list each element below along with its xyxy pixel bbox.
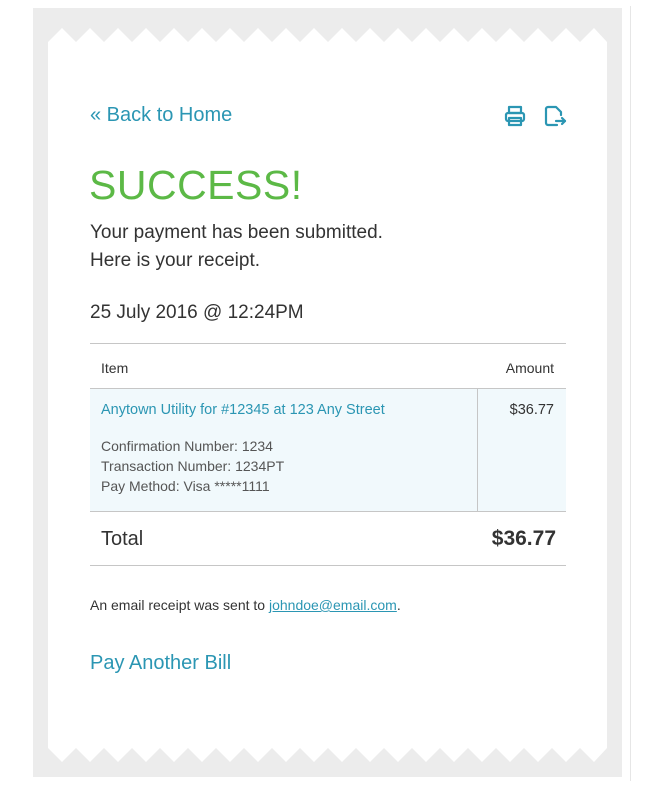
pay-method: Pay Method: Visa *****1111 — [101, 478, 270, 494]
scroll-edge — [630, 6, 631, 781]
column-header-amount: Amount — [505, 360, 554, 376]
transaction-number: Transaction Number: 1234PT — [101, 458, 285, 474]
confirmation-number: Confirmation Number: 1234 — [101, 438, 273, 454]
column-header-item: Item — [101, 360, 129, 376]
zigzag-bottom-edge — [48, 748, 607, 762]
bill-item-link[interactable]: Anytown Utility for #12345 at 123 Any St… — [101, 402, 385, 418]
total-label: Total — [101, 528, 144, 550]
export-icon[interactable] — [543, 104, 567, 128]
column-divider — [477, 389, 478, 511]
confirmation-message: Your payment has been submitted. Here is… — [90, 219, 383, 275]
printer-icon[interactable] — [503, 104, 527, 128]
email-address-link[interactable]: johndoe@email.com — [269, 597, 397, 613]
total-row: Total $36.77 — [90, 512, 566, 565]
message-line-2: Here is your receipt. — [90, 250, 261, 271]
total-amount: $36.77 — [491, 527, 556, 550]
email-receipt-note: An email receipt was sent to johndoe@ema… — [90, 597, 401, 613]
message-line-1: Your payment has been submitted. — [90, 222, 383, 243]
payment-datetime: 25 July 2016 @ 12:24PM — [90, 302, 304, 323]
pay-another-bill-link[interactable]: Pay Another Bill — [90, 652, 231, 675]
zigzag-top-edge — [48, 28, 607, 42]
back-to-home-link[interactable]: « Back to Home — [90, 104, 232, 127]
table-row: Anytown Utility for #12345 at 123 Any St… — [90, 389, 566, 511]
email-note-prefix: An email receipt was sent to — [90, 597, 269, 613]
item-amount: $36.77 — [509, 402, 554, 418]
success-heading: SUCCESS! — [89, 162, 303, 208]
table-header: Item Amount — [90, 344, 566, 388]
receipt-table: Item Amount Anytown Utility for #12345 a… — [90, 343, 566, 566]
table-bottom-rule — [90, 565, 566, 566]
email-note-suffix: . — [396, 597, 401, 613]
